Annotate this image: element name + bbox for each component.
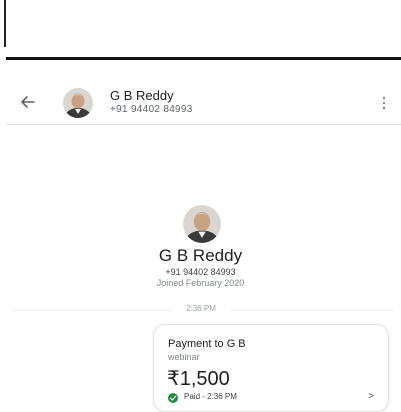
chevron-right-icon[interactable]: >	[368, 391, 374, 402]
app-bar: G B Reddy +91 94402 84993	[10, 86, 395, 120]
contact-name[interactable]: G B Reddy	[110, 88, 174, 103]
profile-phone: +91 94402 84993	[165, 267, 236, 277]
payment-note: webinar	[168, 352, 200, 362]
back-button[interactable]	[16, 90, 40, 114]
check-circle-icon	[168, 393, 178, 403]
left-border-line	[4, 0, 6, 47]
arrow-back-icon	[21, 96, 35, 108]
avatar[interactable]	[63, 88, 93, 118]
payment-title: Payment to G B	[168, 338, 246, 350]
payment-amount: ₹1,500	[167, 368, 230, 390]
profile-name: G B Reddy	[158, 246, 243, 265]
more-vert-icon	[383, 97, 385, 99]
joined-date: Joined February 2020	[156, 278, 245, 288]
payment-status: Paid - 2:36 PM	[184, 392, 237, 401]
app-bar-divider	[6, 124, 401, 125]
profile-avatar[interactable]	[183, 205, 221, 243]
more-options-button[interactable]	[377, 94, 391, 112]
payment-card[interactable]: Payment to G B webinar ₹1,500 Paid - 2:3…	[153, 324, 389, 412]
contact-phone: +91 94402 84993	[110, 104, 193, 115]
top-divider-line	[6, 57, 401, 60]
time-divider-label: 2:36 PM	[172, 304, 230, 313]
